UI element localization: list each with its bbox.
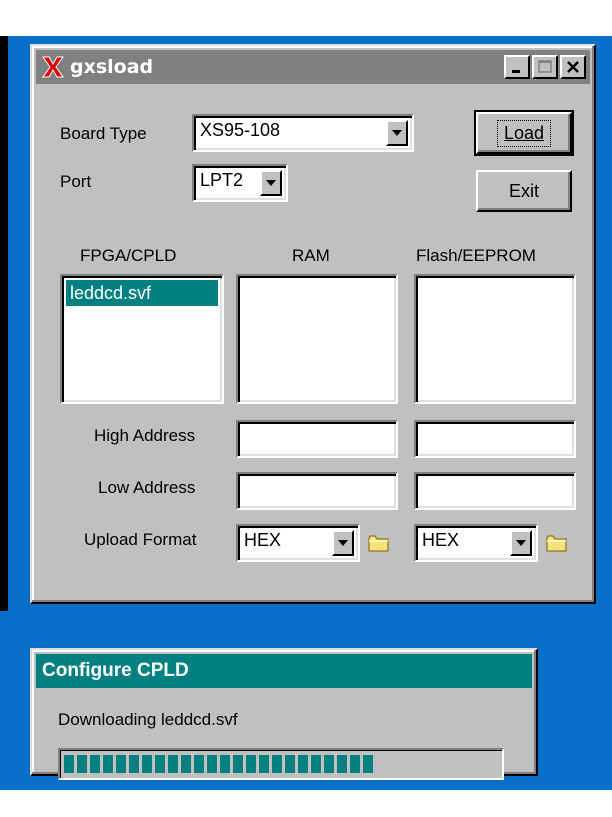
minimize-icon bbox=[512, 70, 520, 73]
gxsload-window: gxsload Board Type XS95-108 Port LPT2 Lo… bbox=[30, 44, 596, 604]
ram-high-address-field[interactable] bbox=[236, 420, 398, 458]
fpga-cpld-header: FPGA/CPLD bbox=[80, 246, 177, 265]
progress-segment bbox=[103, 755, 113, 773]
maximize-icon bbox=[538, 60, 552, 73]
ram-upload-format-dropdown-button[interactable] bbox=[332, 530, 354, 556]
progress-segment bbox=[233, 755, 243, 773]
progress-segment bbox=[155, 755, 165, 773]
title-bar[interactable]: gxsload bbox=[36, 50, 590, 84]
download-progress-bar bbox=[58, 748, 504, 780]
ram-upload-format-value: HEX bbox=[244, 530, 282, 550]
window-title: gxsload bbox=[70, 56, 154, 78]
progress-segment bbox=[64, 755, 74, 773]
progress-segment bbox=[181, 755, 191, 773]
port-label: Port bbox=[60, 172, 92, 191]
progress-segment bbox=[220, 755, 230, 773]
progress-segment bbox=[350, 755, 360, 773]
progress-segment bbox=[116, 755, 126, 773]
progress-segment bbox=[285, 755, 295, 773]
exit-button[interactable]: Exit bbox=[476, 170, 572, 212]
progress-segment bbox=[337, 755, 347, 773]
flash-low-address-field[interactable] bbox=[414, 472, 576, 510]
download-status-text: Downloading leddcd.svf bbox=[58, 710, 238, 729]
progress-segment bbox=[298, 755, 308, 773]
chevron-down-icon bbox=[392, 130, 402, 136]
ram-low-address-field[interactable] bbox=[236, 472, 398, 510]
ram-upload-format-combo[interactable]: HEX bbox=[236, 524, 360, 562]
exit-button-label: Exit bbox=[508, 180, 539, 201]
progress-segment bbox=[168, 755, 178, 773]
configure-cpld-dialog: Configure CPLD Downloading leddcd.svf bbox=[30, 648, 538, 780]
flash-upload-format-combo[interactable]: HEX bbox=[414, 524, 538, 562]
xess-x-icon bbox=[40, 54, 66, 80]
progress-fill bbox=[60, 750, 502, 778]
load-button-label: Load bbox=[496, 119, 552, 147]
progress-segment bbox=[363, 755, 373, 773]
progress-segment bbox=[259, 755, 269, 773]
progress-segment bbox=[246, 755, 256, 773]
close-button[interactable] bbox=[560, 55, 586, 79]
minimize-button[interactable] bbox=[504, 55, 530, 79]
chevron-down-icon bbox=[516, 540, 526, 546]
flash-upload-format-value: HEX bbox=[422, 530, 460, 550]
dialog-title[interactable]: Configure CPLD bbox=[36, 654, 532, 688]
board-type-dropdown-button[interactable] bbox=[386, 120, 408, 146]
progress-segment bbox=[90, 755, 100, 773]
ram-folder-icon[interactable] bbox=[368, 534, 390, 552]
board-type-combo[interactable]: XS95-108 bbox=[192, 114, 414, 152]
board-type-value: XS95-108 bbox=[200, 120, 281, 140]
flash-upload-format-dropdown-button[interactable] bbox=[510, 530, 532, 556]
chevron-down-icon bbox=[338, 540, 348, 546]
progress-segment bbox=[311, 755, 321, 773]
flash-eeprom-file-list[interactable] bbox=[414, 274, 576, 404]
upload-format-label: Upload Format bbox=[84, 530, 197, 549]
close-icon bbox=[567, 61, 579, 73]
progress-segment bbox=[194, 755, 204, 773]
flash-eeprom-header: Flash/EEPROM bbox=[416, 246, 536, 265]
desktop-top-strip bbox=[0, 0, 612, 36]
list-item-leddcd[interactable]: leddcd.svf bbox=[66, 280, 218, 306]
chevron-down-icon bbox=[266, 180, 276, 186]
flash-high-address-field[interactable] bbox=[414, 420, 576, 458]
low-address-label: Low Address bbox=[98, 478, 196, 497]
maximize-button[interactable] bbox=[532, 55, 558, 79]
progress-segment bbox=[142, 755, 152, 773]
progress-segment bbox=[207, 755, 217, 773]
fpga-cpld-file-list[interactable]: leddcd.svf bbox=[60, 274, 224, 404]
window-left-edge bbox=[0, 36, 8, 611]
flash-folder-icon[interactable] bbox=[546, 534, 568, 552]
progress-segment bbox=[272, 755, 282, 773]
board-type-label: Board Type bbox=[60, 124, 147, 143]
port-dropdown-button[interactable] bbox=[260, 170, 282, 196]
progress-segment bbox=[324, 755, 334, 773]
port-value: LPT2 bbox=[200, 170, 244, 190]
progress-segment bbox=[77, 755, 87, 773]
desktop-bottom-strip bbox=[0, 790, 612, 817]
ram-header: RAM bbox=[292, 246, 330, 265]
load-button[interactable]: Load bbox=[474, 110, 574, 156]
progress-segment bbox=[129, 755, 139, 773]
port-combo[interactable]: LPT2 bbox=[192, 164, 288, 202]
ram-file-list[interactable] bbox=[236, 274, 398, 404]
high-address-label: High Address bbox=[94, 426, 196, 445]
